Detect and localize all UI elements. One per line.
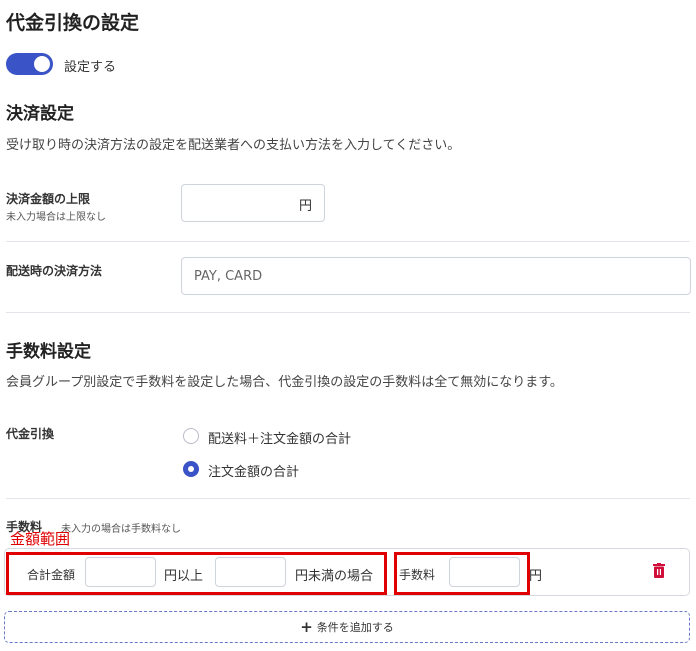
limit-input[interactable]: 円	[181, 184, 325, 222]
limit-unit: 円	[298, 199, 312, 214]
divider	[6, 498, 690, 499]
fee-settings-description: 会員グループ別設定で手数料を設定した場合、代金引換の設定の手数料は全て無効になり…	[6, 375, 563, 390]
radio-label: 注文金額の合計	[208, 465, 300, 480]
page-title: 代金引換の設定	[6, 12, 140, 34]
radio-option-shipping-plus-order[interactable]	[183, 428, 199, 444]
divider	[6, 312, 690, 313]
divider	[6, 241, 690, 242]
fee-unit: 円	[529, 569, 543, 584]
annotation-fee-box	[394, 552, 530, 595]
toggle-knob	[34, 56, 50, 72]
limit-label: 決済金額の上限	[6, 192, 91, 206]
plus-icon: +	[300, 617, 313, 636]
payment-settings-description: 受け取り時の決済方法の設定を配送業者への支払い方法を入力してください。	[6, 138, 461, 153]
annotation-amount-range-box	[6, 552, 387, 595]
trash-icon[interactable]	[653, 563, 665, 578]
limit-sublabel: 未入力場合は上限なし	[6, 212, 106, 223]
payment-settings-heading: 決済設定	[6, 104, 74, 124]
fee-settings-heading: 手数料設定	[6, 342, 91, 362]
method-placeholder: PAY, CARD	[194, 269, 263, 284]
cod-label: 代金引換	[6, 427, 55, 441]
add-condition-button[interactable]: + 条件を追加する	[4, 611, 690, 643]
radio-option-order-total[interactable]	[183, 461, 199, 477]
method-label: 配送時の決済方法	[6, 264, 103, 278]
enable-toggle[interactable]	[6, 53, 53, 75]
radio-label: 配送料＋注文金額の合計	[208, 432, 352, 447]
add-condition-label: 条件を追加する	[316, 621, 394, 634]
annotation-label: 金額範囲	[10, 530, 71, 548]
fee-note: 未入力の場合は手数料なし	[61, 524, 181, 535]
toggle-label: 設定する	[64, 60, 117, 75]
method-input[interactable]: PAY, CARD	[181, 257, 691, 295]
